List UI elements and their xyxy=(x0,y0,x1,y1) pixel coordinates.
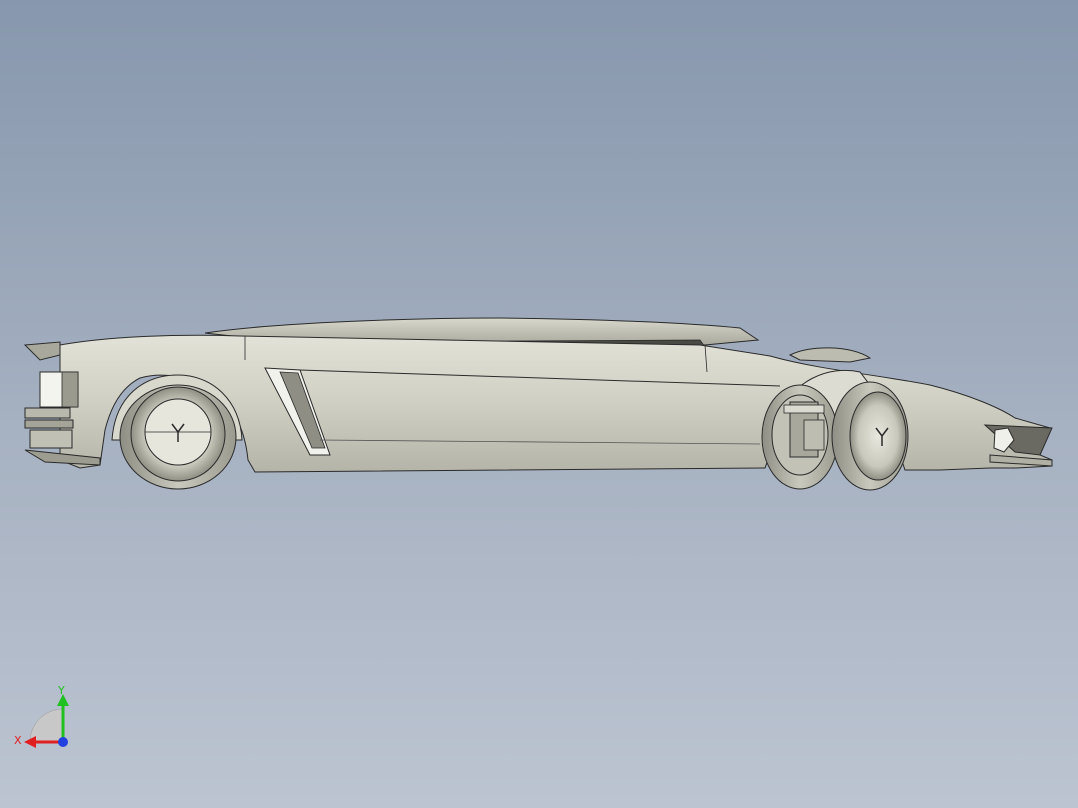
rear-diffuser-3 xyxy=(29,429,73,449)
y-axis-label: Y xyxy=(57,684,65,697)
front-wheel-inner[interactable] xyxy=(761,384,839,490)
rear-wheel[interactable] xyxy=(119,384,237,490)
axis-triad: Y X xyxy=(14,684,69,748)
front-wheel[interactable] xyxy=(831,381,909,491)
z-axis-dot xyxy=(58,737,68,747)
rear-diffuser-1 xyxy=(24,407,71,419)
cockpit-bump xyxy=(788,347,872,363)
rear-light-2 xyxy=(61,371,79,408)
car-3d-model[interactable] xyxy=(0,0,1078,808)
rear-diffuser-2 xyxy=(24,419,74,429)
rear-wing xyxy=(23,341,61,361)
cad-3d-viewport[interactable]: Y X xyxy=(0,0,1078,808)
x-axis-label: X xyxy=(14,734,22,747)
